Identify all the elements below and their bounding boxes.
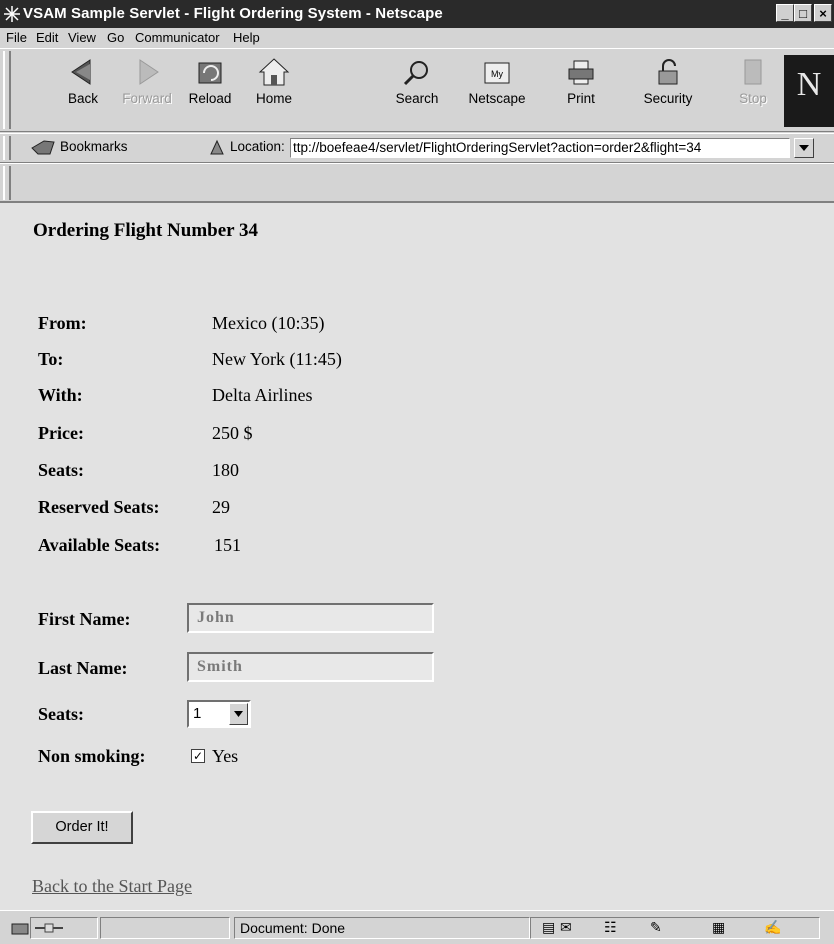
component-composer-icon[interactable]: ✎ xyxy=(650,919,662,936)
non-smoking-checkbox[interactable]: ✓ xyxy=(191,749,205,763)
non-smoking-option-label: Yes xyxy=(212,746,239,766)
netscape-app-icon xyxy=(4,6,20,22)
location-label: Location: xyxy=(230,139,285,154)
menu-go[interactable]: Go xyxy=(107,30,124,45)
printer-icon xyxy=(568,60,594,85)
reload-button[interactable]: Reload xyxy=(179,55,241,131)
home-icon xyxy=(258,58,290,86)
component-mail-icon[interactable]: ✉ xyxy=(560,919,572,936)
browser-window: VSAM Sample Servlet - Flight Ordering Sy… xyxy=(0,0,834,944)
menu-help[interactable]: Help xyxy=(233,30,260,45)
connection-icon xyxy=(11,923,29,935)
minimize-icon: _ xyxy=(781,6,789,21)
checkmark-icon: ✓ xyxy=(192,749,204,763)
page-content: Ordering Flight Number 34 From: Mexico (… xyxy=(0,203,834,910)
progress-indicator-icon xyxy=(35,923,63,933)
component-address-icon[interactable]: ▦ xyxy=(712,919,725,936)
maximize-icon: □ xyxy=(799,6,807,21)
detail-value: New York (11:45) xyxy=(212,349,342,369)
title-bar: VSAM Sample Servlet - Flight Ordering Sy… xyxy=(0,0,834,28)
reload-icon xyxy=(198,62,222,84)
my-netscape-button[interactable]: My Netscape xyxy=(466,55,528,131)
seats-dropdown-button[interactable] xyxy=(229,703,248,725)
maximize-button[interactable]: □ xyxy=(794,4,812,22)
url-dropdown-button[interactable] xyxy=(794,138,814,158)
security-button[interactable]: Security xyxy=(637,55,699,131)
component-discussions-icon[interactable]: ☷ xyxy=(604,919,617,936)
menu-file[interactable]: File xyxy=(6,30,27,45)
detail-value: 180 xyxy=(212,460,239,480)
forward-arrow-icon xyxy=(139,59,159,85)
print-button[interactable]: Print xyxy=(550,55,612,131)
order-button[interactable]: Order It! xyxy=(31,811,133,844)
padlock-icon xyxy=(658,59,678,85)
svg-text:My: My xyxy=(491,69,503,79)
page-title: Ordering Flight Number 34 xyxy=(33,220,259,241)
netscape-logo[interactable]: N xyxy=(784,55,834,127)
my-netscape-icon: My xyxy=(484,62,510,84)
search-button[interactable]: Search xyxy=(386,55,448,131)
status-text: Document: Done xyxy=(240,920,346,936)
detail-value: 29 xyxy=(212,497,230,517)
detail-label: Seats: xyxy=(38,460,84,480)
url-input[interactable]: ttp://boefeae4/servlet/FlightOrderingSer… xyxy=(290,138,790,158)
menu-view[interactable]: View xyxy=(68,30,96,45)
location-icon xyxy=(210,139,224,155)
status-spacer-cell xyxy=(100,917,230,939)
home-button[interactable]: Home xyxy=(243,55,305,131)
chevron-down-icon xyxy=(234,711,243,717)
stop-icon xyxy=(744,59,762,85)
window-title: VSAM Sample Servlet - Flight Ordering Sy… xyxy=(23,5,443,22)
detail-value: 151 xyxy=(214,535,241,555)
navigation-toolbar: Back Forward Reload Home Search My Netsc… xyxy=(0,48,834,132)
detail-value: 250 $ xyxy=(212,423,253,443)
close-button[interactable]: × xyxy=(814,4,832,22)
last-name-label: Last Name: xyxy=(38,658,128,678)
non-smoking-label: Non smoking: xyxy=(38,746,146,766)
search-icon xyxy=(403,61,428,86)
detail-label: To: xyxy=(38,349,64,369)
seats-label: Seats: xyxy=(38,704,84,724)
detail-label: Reserved Seats: xyxy=(38,497,160,517)
menu-bar: File Edit View Go Communicator Help xyxy=(0,28,834,48)
component-navigator-icon[interactable]: ▤ xyxy=(542,919,555,936)
back-arrow-icon xyxy=(71,59,91,85)
location-grip[interactable] xyxy=(3,136,11,160)
menu-communicator[interactable]: Communicator xyxy=(135,30,220,45)
location-toolbar: Bookmarks Location: ttp://boefeae4/servl… xyxy=(0,133,834,163)
forward-button[interactable]: Forward xyxy=(116,55,178,131)
close-icon: × xyxy=(819,6,827,21)
first-name-label: First Name: xyxy=(38,609,131,629)
stop-button[interactable]: Stop xyxy=(722,55,784,131)
chevron-down-icon xyxy=(799,145,809,151)
status-bar: Document: Done ▤ ✉ ☷ ✎ ▦ ✍ xyxy=(0,910,834,944)
seats-selected-value: 1 xyxy=(193,705,202,722)
detail-label: From: xyxy=(38,313,87,333)
seats-select[interactable]: 1 xyxy=(187,700,251,728)
back-button[interactable]: Back xyxy=(52,55,114,131)
back-to-start-link[interactable]: Back to the Start Page xyxy=(32,876,192,897)
detail-value: Mexico (10:35) xyxy=(212,313,325,333)
last-name-input[interactable]: Smith xyxy=(187,652,434,682)
detail-label: With: xyxy=(38,385,83,405)
detail-label: Price: xyxy=(38,423,84,443)
progress-cell xyxy=(30,917,98,939)
menu-edit[interactable]: Edit xyxy=(36,30,58,45)
first-name-input[interactable]: John xyxy=(187,603,434,633)
bookmarks-button[interactable]: Bookmarks xyxy=(60,139,128,154)
personal-toolbar-grip[interactable] xyxy=(3,166,11,200)
detail-label: Available Seats: xyxy=(38,535,161,555)
bookmarks-icon xyxy=(31,140,55,155)
component-edit-icon[interactable]: ✍ xyxy=(764,919,781,936)
detail-value: Delta Airlines xyxy=(212,385,313,405)
personal-toolbar xyxy=(0,163,834,203)
minimize-button[interactable]: _ xyxy=(776,4,794,22)
toolbar-grip[interactable] xyxy=(3,51,11,129)
